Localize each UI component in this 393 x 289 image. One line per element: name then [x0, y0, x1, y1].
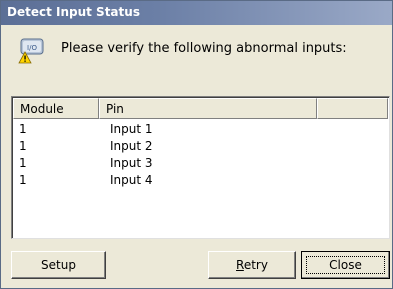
- cell-pin: Input 2: [110, 139, 153, 153]
- cell-pin: Input 1: [110, 122, 153, 136]
- instruction-message: Please verify the following abnormal inp…: [61, 41, 347, 56]
- cell-module: 1: [19, 122, 27, 136]
- retry-mnemonic: R: [236, 258, 244, 272]
- cell-module: 1: [19, 156, 27, 170]
- cell-module: 1: [19, 173, 27, 187]
- cell-module: 1: [19, 139, 27, 153]
- table-row[interactable]: 1 Input 1: [13, 121, 388, 138]
- cell-pin: Input 3: [110, 156, 153, 170]
- column-header-module[interactable]: Module: [13, 98, 99, 119]
- warning-io-icon: I/O: [18, 38, 44, 64]
- table-row[interactable]: 1 Input 2: [13, 138, 388, 155]
- column-header-pin[interactable]: Pin: [99, 98, 317, 119]
- cell-pin: Input 4: [110, 173, 153, 187]
- table-row[interactable]: 1 Input 3: [13, 155, 388, 172]
- column-header-empty[interactable]: [317, 98, 388, 119]
- abnormal-inputs-list[interactable]: Module Pin 1 Input 1 1 Input 2 1 Input 3…: [11, 96, 390, 239]
- close-button[interactable]: Close: [301, 251, 390, 279]
- window-title: Detect Input Status: [7, 5, 140, 19]
- close-button-label: Close: [306, 256, 385, 274]
- list-header: Module Pin: [13, 98, 388, 119]
- svg-text:I/O: I/O: [27, 44, 37, 52]
- retry-label-rest: etry: [243, 258, 268, 272]
- table-row[interactable]: 1 Input 4: [13, 172, 388, 189]
- list-rows: 1 Input 1 1 Input 2 1 Input 3 1 Input 4: [13, 121, 388, 189]
- retry-button[interactable]: Retry: [208, 251, 296, 279]
- dialog-window: Detect Input Status I/O Please verify th…: [0, 0, 393, 289]
- title-bar[interactable]: Detect Input Status: [1, 1, 392, 25]
- setup-button[interactable]: Setup: [11, 251, 106, 279]
